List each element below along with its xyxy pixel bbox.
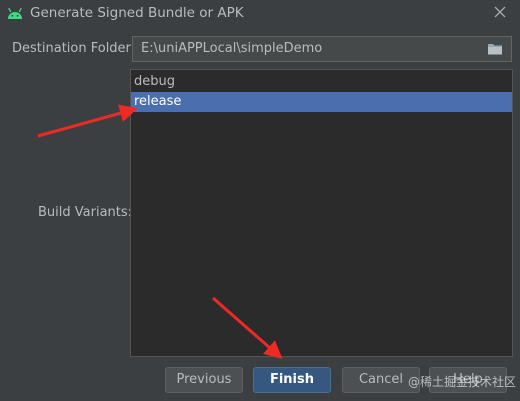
help-button[interactable]: Help xyxy=(429,367,507,393)
cancel-button[interactable]: Cancel xyxy=(342,367,420,393)
finish-button[interactable]: Finish xyxy=(253,367,331,393)
window-title: Generate Signed Bundle or APK xyxy=(30,5,244,21)
variant-item-release[interactable]: release xyxy=(131,92,512,112)
close-icon[interactable] xyxy=(493,5,507,19)
destination-folder-label: Destination Folder: xyxy=(12,41,136,56)
build-variants-list[interactable]: debug release xyxy=(130,69,513,357)
title-bar: Generate Signed Bundle or APK xyxy=(0,0,520,28)
android-icon xyxy=(8,7,22,19)
destination-folder-field[interactable]: E:\uniAPPLocal\simpleDemo xyxy=(132,36,512,62)
folder-icon[interactable] xyxy=(487,42,503,56)
previous-button[interactable]: Previous xyxy=(165,367,243,393)
build-variants-label: Build Variants: xyxy=(38,205,133,220)
variant-item-debug[interactable]: debug xyxy=(131,72,512,92)
annotation-arrow-release xyxy=(37,104,138,138)
destination-folder-value[interactable]: E:\uniAPPLocal\simpleDemo xyxy=(141,41,322,56)
